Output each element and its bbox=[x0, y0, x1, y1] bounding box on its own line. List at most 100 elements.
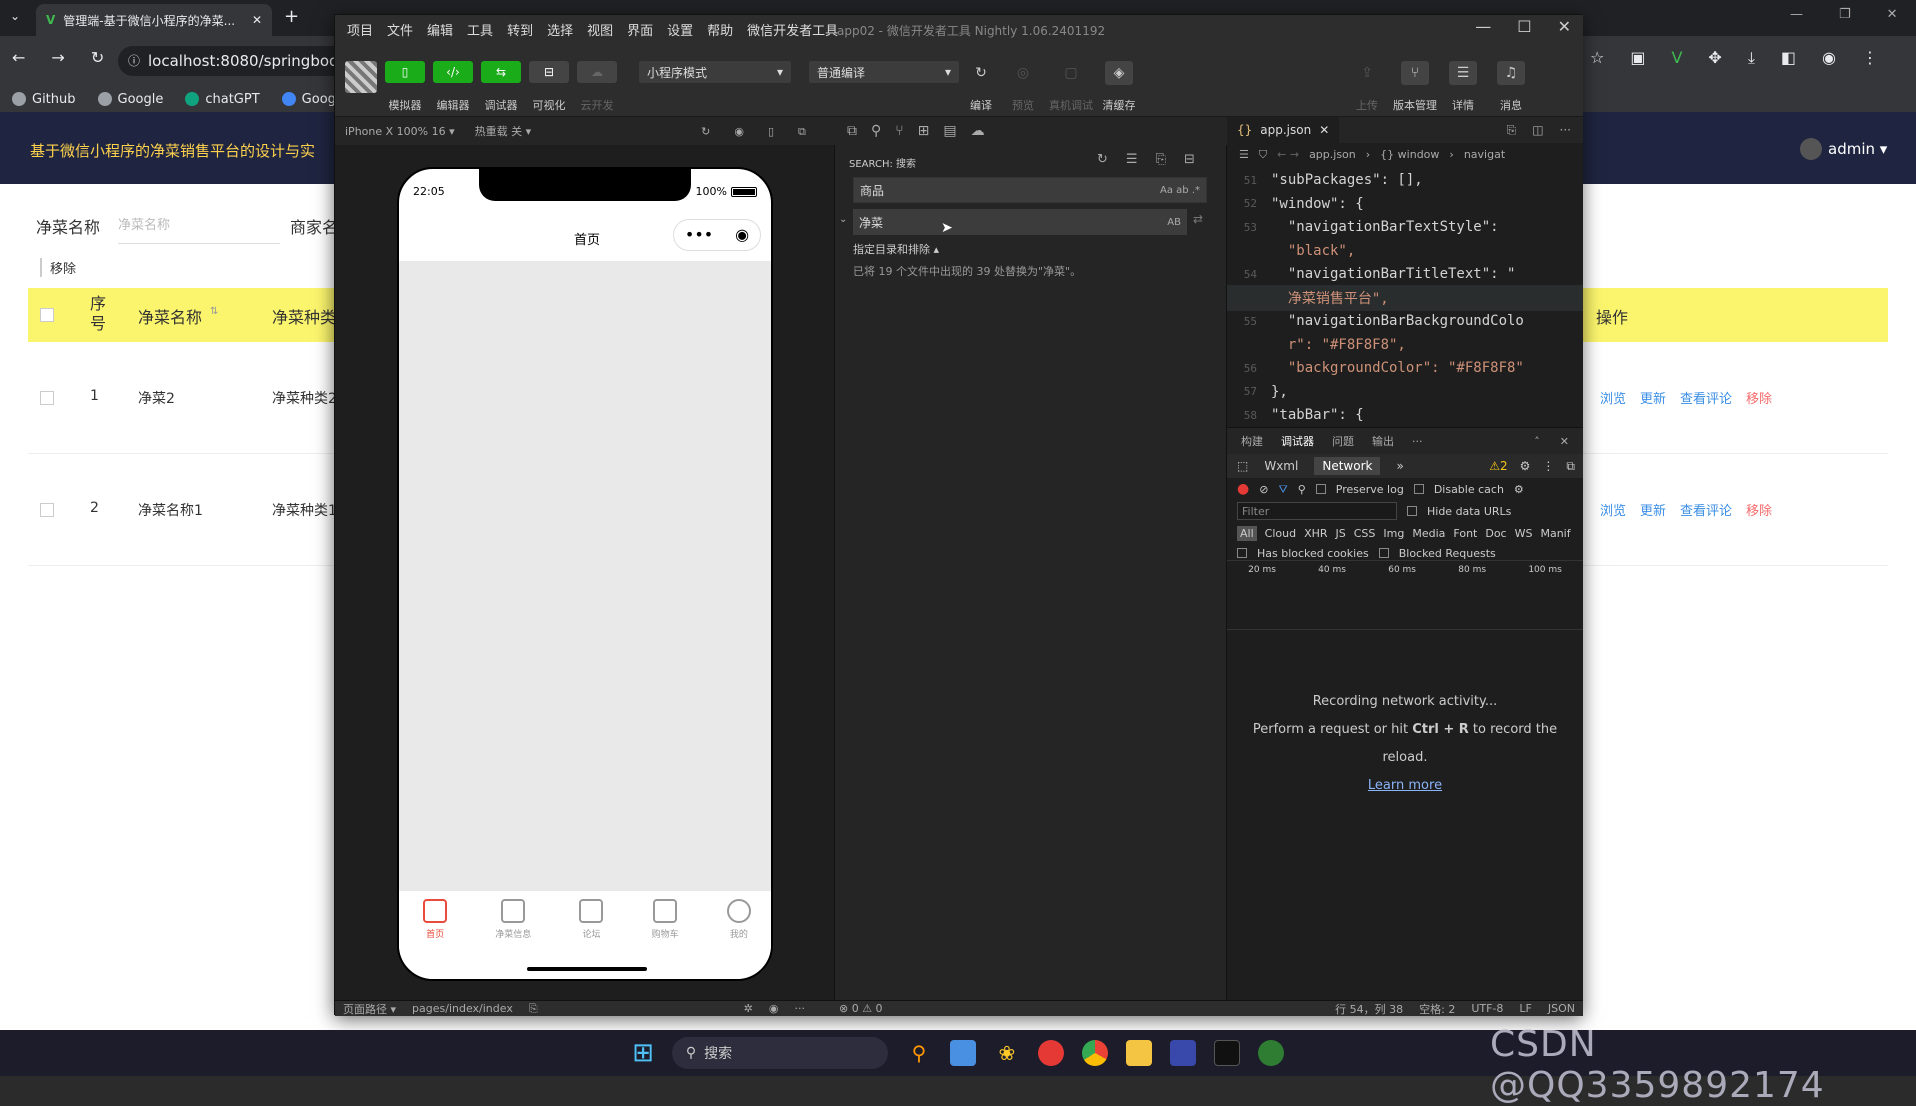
profile-icon[interactable]: ◉ bbox=[1822, 50, 1836, 66]
url-bar[interactable]: ⓘ localhost:8080/springboot bbox=[118, 46, 358, 76]
type-filter-font[interactable]: Font bbox=[1453, 527, 1477, 540]
menu-file[interactable]: 文件 bbox=[387, 20, 413, 39]
phone-icon[interactable]: ▯ bbox=[768, 126, 774, 137]
close-panel-icon[interactable]: ✕ bbox=[1560, 436, 1569, 447]
bookmark-github[interactable]: Github bbox=[12, 92, 76, 107]
remote-debug-icon[interactable]: ▢ bbox=[1057, 61, 1085, 85]
close-icon[interactable]: ✕ bbox=[1558, 19, 1571, 35]
sort-icon[interactable]: ⇅ bbox=[210, 306, 218, 317]
weibo-icon[interactable] bbox=[1037, 1040, 1064, 1066]
type-filter-js[interactable]: JS bbox=[1336, 527, 1346, 540]
error-count[interactable]: ⊗ 0 ⚠ 0 bbox=[839, 1002, 883, 1015]
popout-icon[interactable]: ⧉ bbox=[798, 126, 806, 137]
type-filter-xhr[interactable]: XHR bbox=[1304, 527, 1327, 540]
browser-tab[interactable]: V 管理端-基于微信小程序的净菜... ✕ bbox=[36, 4, 272, 36]
record-icon[interactable]: ◉ bbox=[734, 126, 744, 137]
toggle-replace-icon[interactable]: ⌄ bbox=[839, 215, 847, 225]
code-line[interactable]: 58 "tabBar": { bbox=[1227, 402, 1583, 428]
tab-network[interactable]: Network bbox=[1314, 457, 1381, 475]
filter-icon[interactable]: ⛛ bbox=[1278, 484, 1287, 495]
qq-pet-icon[interactable]: ❀ bbox=[994, 1040, 1020, 1066]
type-filter-doc[interactable]: Doc bbox=[1485, 527, 1506, 540]
tab-output[interactable]: 输出 bbox=[1372, 433, 1394, 449]
tab-mine[interactable]: 我的 bbox=[726, 899, 751, 979]
clear-results-icon[interactable]: ☰ bbox=[1126, 153, 1138, 166]
kebab-icon[interactable]: ⋮ bbox=[1542, 460, 1554, 472]
puzzle-icon[interactable]: ✥ bbox=[1708, 50, 1721, 66]
close-target-icon[interactable]: ◉ bbox=[735, 227, 749, 243]
type-filter-cloud[interactable]: Cloud bbox=[1265, 527, 1296, 540]
bell-icon[interactable]: ♫ bbox=[1497, 61, 1525, 85]
type-filter-manif[interactable]: Manif bbox=[1540, 527, 1570, 540]
view-button[interactable]: 浏览 bbox=[1600, 500, 1626, 519]
clear-icon[interactable]: ⊘ bbox=[1259, 484, 1268, 495]
collapse-icon[interactable]: ⊟ bbox=[1184, 153, 1195, 166]
tab-home[interactable]: 首页 bbox=[423, 899, 448, 979]
type-filter-all[interactable]: All bbox=[1237, 525, 1257, 541]
col-name[interactable]: 净菜名称 bbox=[138, 304, 202, 328]
project-avatar[interactable] bbox=[345, 61, 377, 93]
preview-icon[interactable]: ◎ bbox=[1009, 61, 1037, 85]
language-mode[interactable]: JSON bbox=[1548, 1002, 1583, 1015]
bookmark-google[interactable]: Google bbox=[97, 92, 163, 107]
search-icon[interactable]: ⚲ bbox=[1298, 484, 1306, 495]
record-icon[interactable]: ● bbox=[1237, 482, 1249, 496]
git-icon[interactable]: ⑂ bbox=[895, 124, 903, 138]
extension-icon[interactable]: ▣ bbox=[1630, 50, 1645, 66]
encoding[interactable]: UTF-8 bbox=[1471, 1002, 1503, 1015]
eye-icon[interactable]: ◉ bbox=[769, 1003, 779, 1014]
layout-icon[interactable]: ▤ bbox=[943, 124, 956, 138]
menu-edit[interactable]: 编辑 bbox=[427, 20, 453, 39]
bookmark-star-icon[interactable]: ☆ bbox=[1590, 50, 1604, 66]
select-all-checkbox[interactable] bbox=[40, 308, 54, 322]
code-line[interactable]: 52 "window": { bbox=[1227, 191, 1583, 217]
maximize-icon[interactable]: ☐ bbox=[1517, 19, 1531, 35]
version-icon[interactable]: ⑂ bbox=[1401, 61, 1429, 85]
inspect-icon[interactable]: ⬚ bbox=[1237, 460, 1248, 472]
page-path-select[interactable]: 页面路径 ▾ bbox=[343, 1001, 396, 1017]
update-button[interactable]: 更新 bbox=[1640, 388, 1666, 407]
tab-dish-info[interactable]: 净菜信息 bbox=[495, 899, 531, 979]
editor-toggle-icon[interactable]: ‹/› bbox=[433, 61, 473, 83]
close-tab-icon[interactable]: ✕ bbox=[1319, 123, 1329, 137]
extensions-icon[interactable]: ⊞ bbox=[918, 124, 930, 138]
code-line[interactable]: 51 "subPackages": [], bbox=[1227, 167, 1583, 193]
match-options-icon[interactable]: Aa ab .* bbox=[1160, 185, 1206, 196]
replace-input[interactable]: 净菜 AB bbox=[853, 209, 1187, 235]
menu-interface[interactable]: 界面 bbox=[627, 20, 653, 39]
download-icon[interactable]: ⤓ bbox=[1748, 50, 1755, 66]
menu-select[interactable]: 选择 bbox=[547, 20, 573, 39]
tab-more[interactable]: ··· bbox=[1412, 435, 1423, 448]
open-changes-icon[interactable]: ⎘ bbox=[1507, 124, 1517, 136]
refresh-icon[interactable]: ↻ bbox=[1097, 153, 1108, 166]
search-input[interactable]: 商品 Aa ab .* bbox=[853, 177, 1207, 203]
files-icon[interactable]: ⧉ bbox=[847, 124, 857, 138]
type-filter-media[interactable]: Media bbox=[1412, 527, 1445, 540]
type-filter-img[interactable]: Img bbox=[1383, 527, 1404, 540]
search-icon[interactable]: ⚲ bbox=[871, 124, 881, 138]
nav-arrows-icon[interactable]: ← → bbox=[1277, 148, 1299, 161]
simulator-toggle-icon[interactable]: ▯ bbox=[385, 61, 425, 83]
update-button[interactable]: 更新 bbox=[1640, 500, 1666, 519]
settings-icon[interactable]: ⚙ bbox=[1520, 460, 1531, 472]
cursor-position[interactable]: 行 54，列 38 bbox=[1335, 1001, 1403, 1017]
replace-all-icon[interactable]: ⇄ bbox=[1193, 213, 1203, 225]
preserve-log-checkbox[interactable] bbox=[1315, 484, 1326, 494]
preserve-case-icon[interactable]: AB bbox=[1167, 217, 1187, 228]
breadcrumb-file[interactable]: app.json bbox=[1309, 148, 1356, 161]
row-checkbox[interactable] bbox=[40, 391, 54, 405]
device-select[interactable]: iPhone X 100% 16 ▾ bbox=[345, 125, 455, 138]
admin-menu[interactable]: admin ▾ bbox=[1800, 138, 1887, 160]
new-tab-icon[interactable]: + bbox=[284, 8, 299, 26]
bookmark-icon[interactable]: ⛉ bbox=[1259, 149, 1267, 160]
tab-build[interactable]: 构建 bbox=[1241, 433, 1263, 449]
cloud-icon[interactable]: ☁ bbox=[971, 124, 985, 138]
compile-select[interactable]: 普通编译 ▾ bbox=[809, 61, 959, 83]
minimize-icon[interactable]: — bbox=[1790, 8, 1803, 21]
search-app-icon[interactable]: ⚲ bbox=[906, 1040, 932, 1066]
file-explorer-icon[interactable] bbox=[1125, 1040, 1152, 1066]
blocked-requests-checkbox[interactable] bbox=[1378, 548, 1389, 558]
chevron-up-icon[interactable]: ˄ bbox=[1534, 436, 1540, 447]
remove-button[interactable]: 移除 bbox=[1746, 388, 1772, 407]
disable-cache-checkbox[interactable] bbox=[1413, 484, 1424, 494]
